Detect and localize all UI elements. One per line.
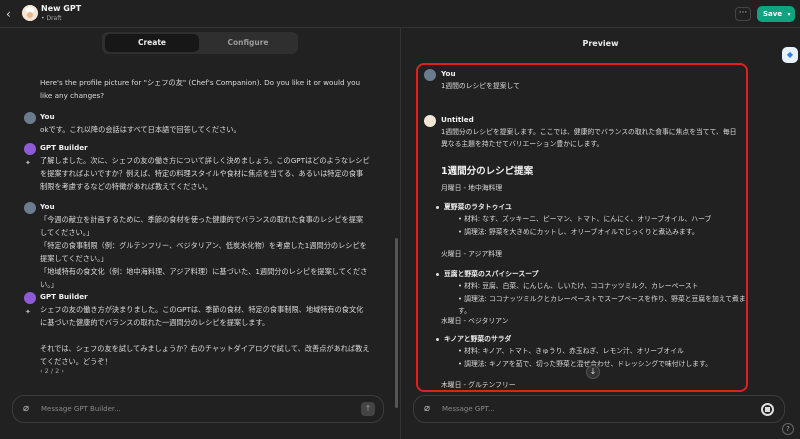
- builder-message-input[interactable]: ⌀ Message GPT Builder... ↑: [12, 395, 384, 423]
- tab-configure[interactable]: Configure: [201, 34, 295, 52]
- message-author: Untitled: [441, 115, 474, 124]
- tab-create[interactable]: Create: [105, 34, 199, 52]
- dish-name: 豆腐と野菜のスパイシースープ: [444, 270, 539, 278]
- builder-message-text: 了解しました。次に、シェフの友の働き方について詳しく決めましょう。このGPTはど…: [40, 156, 370, 191]
- preview-message-input[interactable]: ⌀ Message GPT...: [413, 395, 785, 423]
- day-title: 水曜日 - ベジタリアン: [441, 317, 509, 325]
- builder-panel: Create Configure Here's the profile pict…: [0, 28, 401, 439]
- bullet: [436, 206, 439, 209]
- stop-icon[interactable]: [761, 403, 774, 416]
- save-label: Save: [763, 10, 783, 18]
- day-title: 月曜日 - 地中海料理: [441, 184, 503, 192]
- gpt-builder-avatar: [24, 292, 36, 304]
- more-options-button[interactable]: ···: [735, 7, 751, 21]
- user-message-text: okです。これ以降の会話はすべて日本語で回答してください。: [40, 125, 241, 134]
- day-title: 火曜日 - アジア料理: [441, 250, 502, 258]
- dish-method: • 調理法: キノアを茹で、切った野菜と混ぜ合わせ、ドレッシングで味付けします。: [458, 360, 712, 368]
- dish-ingredients: • 材料: なす、ズッキーニ、ピーマン、トマト、にんにく、オリーブオイル、ハーブ: [458, 215, 712, 223]
- message-author: GPT Builder: [40, 143, 88, 152]
- user-avatar: [24, 112, 36, 124]
- message-author: You: [40, 112, 55, 121]
- builder-message-text: Here's the profile picture for "シェフの友" (…: [40, 78, 361, 100]
- paperclip-icon[interactable]: ⌀: [23, 403, 29, 414]
- dish-name: 夏野菜のラタトゥイユ: [444, 203, 512, 211]
- assistant-intro-text: 1週間分のレシピを提案します。ここでは、健康的でバランスの取れた食事に焦点を当て…: [441, 128, 737, 148]
- dish-ingredients: • 材料: 豆腐、白菜、にんじん、しいたけ、ココナッツミルク、カレーペースト: [458, 282, 699, 290]
- sparkle-icon[interactable]: ◆: [782, 47, 798, 63]
- message-author: You: [441, 69, 456, 78]
- paperclip-icon[interactable]: ⌀: [424, 403, 430, 414]
- dish-ingredients: • 材料: キノア、トマト、きゅうり、赤玉ねぎ、レモン汁、オリーブオイル: [458, 347, 684, 355]
- builder-message-text: シェフの友の働き方が決まりました。このGPTは、季節の食材、特定の食事制限、地域…: [40, 305, 370, 366]
- user-message-text: 1週間のレシピを提案して: [441, 82, 520, 90]
- dish-method: • 調理法: ココナッツミルクとカレーペーストでスープベースを作り、野菜と豆腐を…: [458, 295, 746, 315]
- arrow-down-icon[interactable]: ↓: [586, 365, 600, 379]
- recipe-heading: 1週間分のレシピ提案: [441, 166, 534, 177]
- mode-tabs: Create Configure: [102, 32, 298, 54]
- draft-status: • Draft: [41, 15, 62, 22]
- chef-avatar-icon: [424, 115, 436, 127]
- chef-avatar-icon: [22, 5, 38, 21]
- user-message-text: 「今週の献立を計画するために、季節の食材を使った健康的でバランスの取れた食事のレ…: [40, 215, 368, 289]
- input-placeholder: Message GPT...: [442, 405, 495, 413]
- pin-icon: ✦: [25, 159, 31, 167]
- dish-name: キノアと野菜のサラダ: [444, 335, 512, 343]
- user-avatar: [24, 202, 36, 214]
- top-bar: ‹ New GPT • Draft ··· Save ▾: [0, 0, 800, 28]
- bullet: [436, 338, 439, 341]
- save-button[interactable]: Save ▾: [757, 6, 795, 22]
- dish-method: • 調理法: 野菜を大きめにカットし、オリーブオイルでじっくりと煮込みます。: [458, 228, 699, 236]
- preview-panel: Preview ◆ You 1週間のレシピを提案して Untitled 1週間分…: [401, 28, 800, 439]
- scrollbar[interactable]: [395, 238, 398, 408]
- question-icon[interactable]: ?: [782, 423, 794, 435]
- pin-icon: ✦: [25, 308, 31, 316]
- preview-conversation: You 1週間のレシピを提案して Untitled 1週間分のレシピを提案します…: [416, 63, 748, 392]
- input-placeholder: Message GPT Builder...: [41, 405, 121, 413]
- message-author: GPT Builder: [40, 292, 88, 301]
- gpt-builder-avatar: [24, 143, 36, 155]
- day-title: 木曜日 - グルテンフリー: [441, 381, 516, 389]
- message-author: You: [40, 202, 55, 211]
- gpt-title: New GPT: [41, 4, 82, 13]
- arrow-up-icon[interactable]: ↑: [361, 402, 375, 416]
- response-pager[interactable]: ‹ 2 / 2 ›: [40, 367, 64, 375]
- chevron-down-icon: ▾: [787, 11, 791, 18]
- bullet: [436, 273, 439, 276]
- chevron-left-icon[interactable]: ‹: [6, 7, 18, 21]
- user-avatar: [424, 69, 436, 81]
- preview-title: Preview: [582, 39, 619, 48]
